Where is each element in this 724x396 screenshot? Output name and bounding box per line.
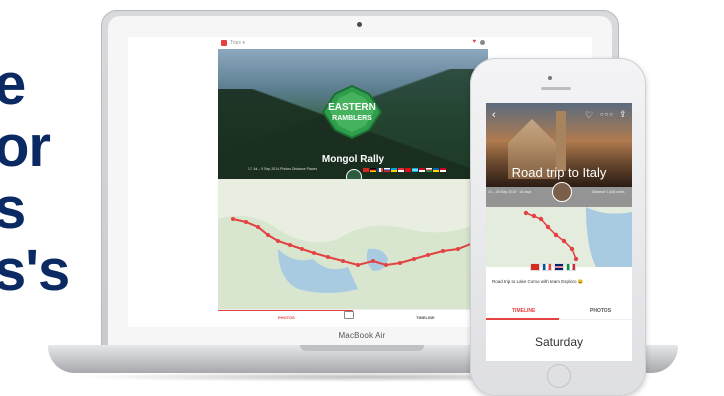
share-icon[interactable]: ⇪ [619, 109, 627, 120]
flag-icon [566, 263, 576, 271]
trip-hero-image: ‹ ♡ ○○○ ⇪ Road trip to Italy [486, 103, 632, 187]
tab-timeline[interactable]: TIMELINE [512, 308, 535, 314]
flag-icon [419, 168, 425, 172]
headline-line-1: e [0, 52, 26, 117]
svg-text:RAMBLERS: RAMBLERS [332, 115, 372, 122]
phone-camera [548, 76, 552, 80]
team-badge-logo: EASTERN RAMBLERS [321, 84, 383, 140]
headline-line-3: s [0, 176, 26, 241]
trip-title: Road trip to Italy [511, 165, 607, 180]
flag-icon [370, 168, 376, 172]
flag-icon [384, 168, 390, 172]
heart-icon[interactable]: ♡ [585, 110, 593, 121]
trip-title: Mongol Rally [321, 154, 385, 165]
route-map[interactable] [218, 179, 488, 309]
tab-timeline[interactable]: TIMELINE [416, 315, 435, 320]
avatar[interactable] [552, 182, 572, 202]
trips-menu[interactable]: Trips ▾ [230, 40, 245, 46]
app-logo-icon[interactable] [221, 40, 227, 46]
phone-screen: ‹ ♡ ○○○ ⇪ Road trip to Italy 14 – 30 May… [486, 103, 632, 361]
day-heading: Saturday [534, 335, 584, 349]
phone-speaker [541, 87, 571, 90]
map-canvas [218, 179, 488, 309]
trip-distance: Distance 1,636 miles [592, 190, 625, 194]
heart-icon[interactable]: ♥ [472, 39, 476, 45]
more-icon[interactable]: ○○○ [600, 112, 614, 118]
flag-icon [391, 168, 397, 172]
tab-underline [486, 318, 559, 320]
country-flags [530, 263, 576, 271]
route-map[interactable] [486, 207, 632, 267]
flag-icon [542, 263, 552, 271]
flag-icon [363, 168, 369, 172]
tab-photos[interactable]: PHOTOS [278, 315, 295, 320]
headline: e or s s's [0, 54, 74, 302]
trip-caption: Road trip to Lake Como with team Esploro… [492, 279, 584, 284]
flag-icon [377, 168, 383, 172]
flag-icon [530, 263, 540, 271]
flag-icon [433, 168, 439, 172]
app-topbar: Trips ▾ ♥ [218, 37, 488, 49]
flag-icon [405, 168, 411, 172]
home-button[interactable] [547, 364, 571, 388]
trip-cover-image: EASTERN RAMBLERS Mongol Rally 17 Jul – 9… [218, 49, 488, 185]
back-icon[interactable]: ‹ [492, 109, 496, 121]
tab-photos[interactable]: PHOTOS [590, 308, 611, 314]
bell-tower-shape [556, 111, 566, 171]
headline-line-2: or [0, 114, 51, 179]
camera-icon[interactable] [344, 311, 354, 319]
headline-line-4: s's [0, 238, 70, 303]
avatar[interactable] [480, 40, 485, 45]
map-canvas [486, 207, 632, 267]
svg-text:EASTERN: EASTERN [328, 102, 376, 113]
trip-dates: 14 – 30 May 2015 · 16 days [488, 190, 532, 194]
laptop-camera [357, 22, 362, 27]
flag-icon [554, 263, 564, 271]
flag-icon [426, 168, 432, 172]
laptop-notch [300, 345, 424, 351]
flag-icon [412, 168, 418, 172]
flag-icon [398, 168, 404, 172]
trip-stats: 17 Jul – 9 Sep 2014 Photos Distance Plac… [248, 167, 318, 171]
tab-underline [218, 310, 353, 311]
country-flags [363, 168, 446, 172]
flag-icon [440, 168, 446, 172]
